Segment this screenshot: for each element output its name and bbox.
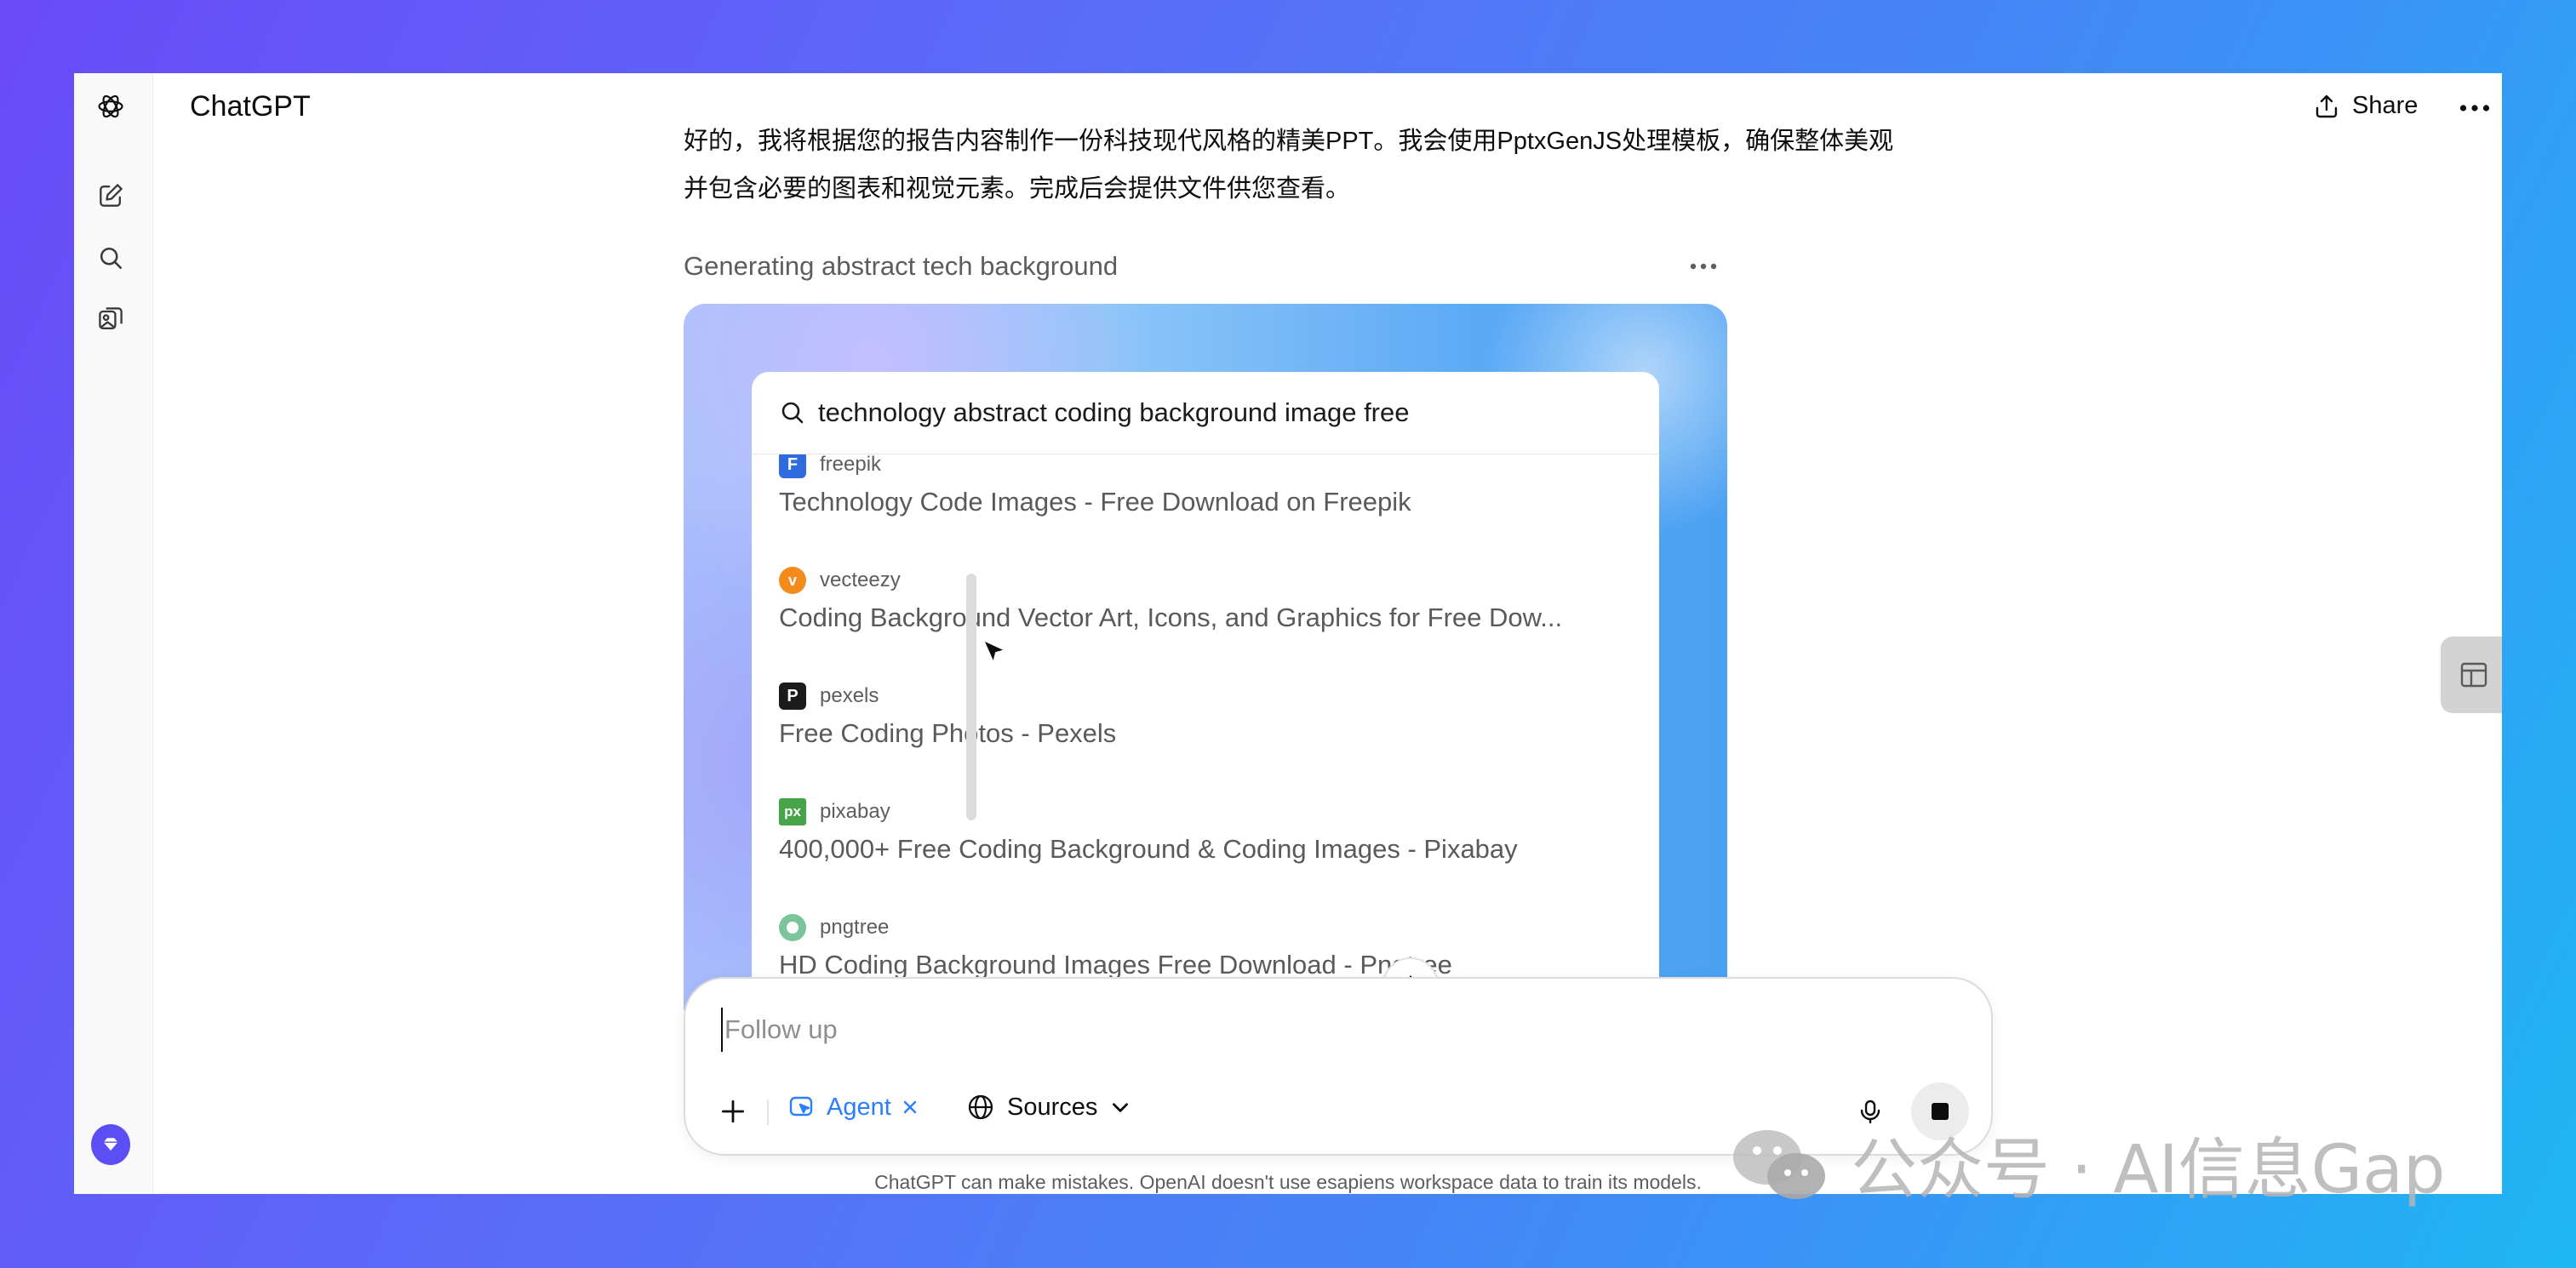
chevron-down-icon [1113, 1103, 1129, 1112]
result-source-name: pngtree [820, 916, 890, 939]
mouse-cursor-icon [982, 637, 1008, 666]
search-icon[interactable] [91, 238, 130, 277]
panel-layout-icon [2460, 662, 2487, 688]
search-result[interactable]: F freepik Technology Code Images - Free … [779, 454, 1605, 517]
search-icon [781, 402, 804, 424]
agent-mode-chip[interactable]: Agent [787, 1093, 919, 1122]
agent-browser-preview: technology abstract coding background im… [684, 304, 1727, 1010]
search-results-list: F freepik Technology Code Images - Free … [752, 454, 1659, 999]
agent-label: Agent [827, 1093, 891, 1121]
side-panel-toggle[interactable] [2441, 637, 2502, 713]
pngtree-icon [779, 914, 806, 941]
result-source: P pexels [779, 683, 1605, 710]
pixabay-icon: px [779, 798, 806, 825]
vecteezy-icon: v [779, 567, 806, 594]
search-result[interactable]: P pexels Free Coding Photos - Pexels [779, 683, 1605, 749]
result-source: v vecteezy [779, 567, 1605, 594]
result-title[interactable]: Technology Code Images - Free Download o… [779, 487, 1605, 517]
sources-dropdown[interactable]: Sources [966, 1093, 1131, 1122]
freepik-icon: F [779, 454, 806, 478]
sources-label: Sources [1007, 1093, 1098, 1121]
result-title[interactable]: 400,000+ Free Coding Background & Coding… [779, 834, 1605, 865]
search-query: technology abstract coding background im… [818, 397, 1410, 427]
result-source: px pixabay [779, 798, 1605, 825]
result-source-name: pexels [820, 684, 879, 707]
watermark-text: 公众号 · AI信息Gap [1851, 1132, 2446, 1208]
assistant-message-line-1: 好的，我将根据您的报告内容制作一份科技现代风格的精美PPT。我会使用PptxGe… [684, 128, 1894, 155]
wechat-watermark: 公众号 · AI信息Gap [1728, 1117, 2446, 1212]
globe-icon [968, 1094, 993, 1120]
result-title[interactable]: Free Coding Photos - Pexels [779, 718, 1605, 749]
composer-divider [767, 1100, 769, 1125]
openai-logo-icon[interactable] [91, 87, 130, 126]
add-attachment-button[interactable] [711, 1089, 755, 1134]
plus-icon [721, 1100, 745, 1123]
browser-search-bar: technology abstract coding background im… [752, 372, 1659, 454]
app-title[interactable]: ChatGPT [190, 90, 311, 123]
wechat-icon [1733, 1130, 1825, 1199]
result-title[interactable]: Coding Background Vector Art, Icons, and… [779, 603, 1605, 633]
result-title[interactable]: HD Coding Background Images Free Downloa… [779, 950, 1605, 980]
new-chat-icon[interactable] [91, 176, 130, 215]
agent-icon [789, 1096, 813, 1117]
task-more-icon[interactable] [1683, 254, 1724, 279]
browser-search-card: technology abstract coding background im… [752, 372, 1659, 1010]
result-source-name: pixabay [820, 800, 890, 823]
pexels-icon: P [779, 683, 806, 710]
close-icon[interactable] [902, 1099, 919, 1116]
assistant-message-line-2: 并包含必要的图表和视觉元素。完成后会提供文件供您查看。 [684, 175, 1351, 203]
share-button[interactable]: Share [2313, 92, 2418, 120]
result-source-name: freepik [820, 454, 882, 476]
results-scrollbar[interactable] [966, 574, 976, 820]
follow-up-input[interactable] [721, 1008, 1833, 1052]
sidebar [74, 73, 153, 1194]
share-icon [2316, 94, 2338, 117]
more-options-icon[interactable] [2458, 97, 2492, 119]
upgrade-badge [91, 1124, 130, 1165]
upgrade-icon[interactable] [91, 1124, 130, 1165]
task-status-label[interactable]: Generating abstract tech background [684, 251, 1118, 282]
chatgpt-window: ChatGPT Share 好的，我将根据您的报告内容制作一份科技现代风格的精美… [74, 73, 2502, 1194]
share-label: Share [2352, 92, 2419, 119]
library-icon[interactable] [91, 300, 130, 339]
search-result[interactable]: v vecteezy Coding Background Vector Art,… [779, 567, 1605, 633]
search-result[interactable]: px pixabay 400,000+ Free Coding Backgrou… [779, 798, 1605, 865]
result-source-name: vecteezy [820, 568, 901, 591]
result-source: F freepik [779, 454, 1605, 478]
assistant-message: 好的，我将根据您的报告内容制作一份科技现代风格的精美PPT。我会使用PptxGe… [684, 117, 1995, 213]
result-source: pngtree [779, 914, 1605, 941]
search-result[interactable]: pngtree HD Coding Background Images Free… [779, 914, 1605, 980]
